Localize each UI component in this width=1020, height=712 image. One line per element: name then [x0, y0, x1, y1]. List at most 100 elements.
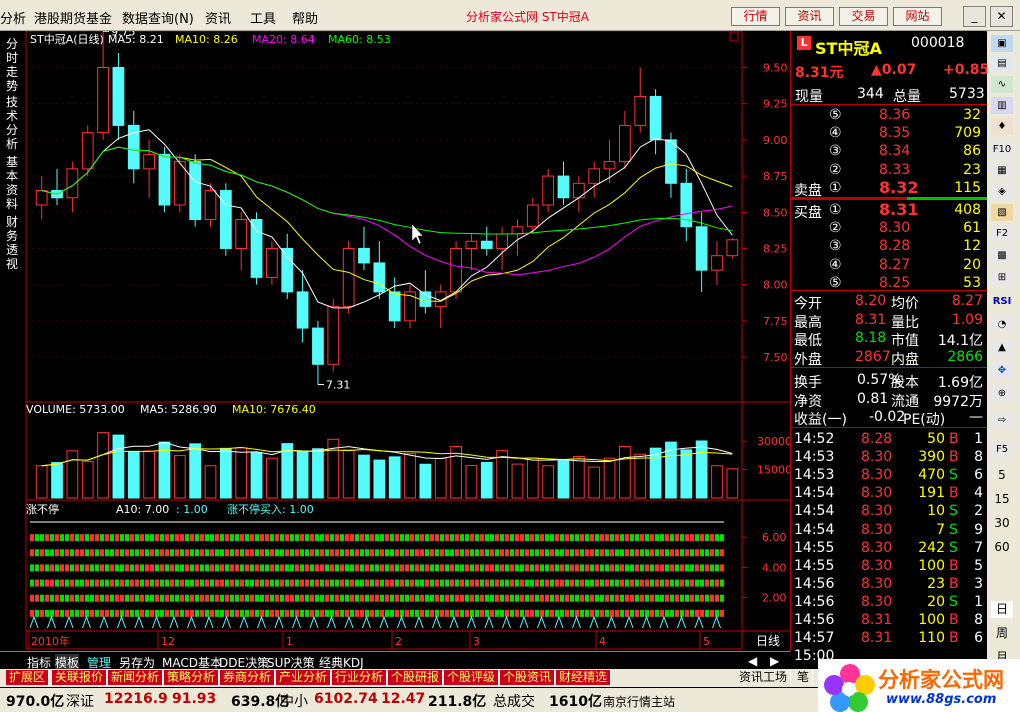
zoom-in-icon[interactable]: ⊕: [991, 385, 1013, 402]
tab-news-analysis[interactable]: 新闻分析: [108, 670, 164, 685]
candle-body: [404, 291, 416, 322]
trade-button[interactable]: 交易: [839, 7, 888, 26]
tick-volume: 20: [927, 593, 945, 610]
period-day[interactable]: 日: [991, 601, 1013, 618]
menu-data-query[interactable]: 数据查询(N): [122, 8, 194, 27]
stat-label: 量比: [891, 314, 919, 331]
tab-related[interactable]: 关联报价: [52, 670, 108, 685]
sell-row[interactable]: 卖盘 ① 8.32 115: [791, 178, 987, 199]
move-icon[interactable]: ✥: [991, 362, 1013, 379]
indicator-mark: [270, 579, 274, 587]
toolbar-icon-5[interactable]: ▦: [991, 162, 1013, 179]
menu-tools[interactable]: 工具: [250, 8, 276, 27]
period-5min[interactable]: 5: [991, 467, 1013, 484]
kline-chart[interactable]: ST中冠A(日线) MA5: 8.21 MA10: 8.26 MA20: 8.64 MA…: [0, 25, 792, 651]
indicator-mark: [385, 609, 389, 617]
indicator-mark: [575, 594, 579, 602]
menu-news[interactable]: 资讯: [205, 8, 231, 27]
indicator-mark: [145, 564, 149, 572]
level-num: ⑤: [829, 107, 842, 123]
period-week[interactable]: 周: [991, 625, 1013, 642]
toolbar-icon-12[interactable]: ▲: [991, 339, 1013, 356]
indicator-mark: [160, 579, 164, 587]
toolbar-icon-2[interactable]: ▤: [991, 55, 1013, 72]
indicator-mark: [610, 594, 614, 602]
indicator-mark: [605, 534, 609, 542]
tab-rating[interactable]: 个股评级: [444, 670, 500, 685]
period-60min[interactable]: 60: [991, 539, 1013, 556]
info-workshop[interactable]: 资讯工场: [736, 670, 792, 685]
tab-sector[interactable]: 行业分析: [332, 670, 388, 685]
menu-analysis[interactable]: 分析: [0, 8, 26, 27]
tab-finance-picks[interactable]: 财经精选: [556, 670, 612, 685]
toolbar-icon-1[interactable]: ▣: [991, 35, 1013, 52]
indicator-mark: [450, 549, 454, 557]
pen-button[interactable]: 笔: [794, 670, 814, 685]
toolbar-icon-8[interactable]: F2: [991, 225, 1013, 242]
tab-technical[interactable]: 技术分析: [4, 95, 20, 151]
buy-row[interactable]: 买盘 ① 8.31 408: [791, 200, 987, 221]
toolbar-icon-14[interactable]: F5: [991, 441, 1013, 458]
minimize-icon[interactable]: _: [963, 6, 986, 27]
indicator-mark: [210, 579, 214, 587]
website-button[interactable]: 网站: [893, 7, 942, 26]
buy-row[interactable]: ④ 8.27 20: [791, 257, 987, 275]
ma-header-name: ST中冠A(日线): [30, 32, 104, 46]
toolbar-icon-6[interactable]: ◈: [991, 183, 1013, 200]
tab-extension[interactable]: 扩展区: [6, 670, 50, 685]
buy-row[interactable]: ② 8.30 61: [791, 220, 987, 238]
indicator-mark: [645, 534, 649, 542]
indicator-mark: [125, 564, 129, 572]
chart-icon[interactable]: ∿: [991, 76, 1013, 93]
indicator-mark: [315, 594, 319, 602]
volume-bar: [465, 465, 478, 499]
toolbar-icon-4[interactable]: ♦: [991, 118, 1013, 135]
sell-row[interactable]: ③ 8.34 86: [791, 143, 987, 161]
tab-fundamental[interactable]: 基本资料: [4, 155, 20, 211]
close-icon[interactable]: ✕: [990, 6, 1013, 27]
toolbar-icon-9[interactable]: ▩: [991, 247, 1013, 264]
tab-research[interactable]: 个股研报: [388, 670, 444, 685]
indicator-mark: [125, 534, 129, 542]
tab-industry-chain[interactable]: 产业分析: [276, 670, 332, 685]
buy-price: 8.30: [879, 220, 911, 237]
tab-strategy[interactable]: 策略分析: [164, 670, 220, 685]
menu-help[interactable]: 帮助: [292, 8, 318, 27]
toolbar-icon-10[interactable]: ⊞: [991, 269, 1013, 286]
scroll-right-icon[interactable]: ▶: [770, 654, 779, 668]
toolbar-icon-11[interactable]: ◔: [991, 316, 1013, 333]
tab-broker[interactable]: 券商分析: [220, 670, 276, 685]
f10-icon[interactable]: F10: [991, 141, 1013, 158]
buy-row[interactable]: ③ 8.28 12: [791, 238, 987, 256]
sell-row[interactable]: ⑤ 8.36 32: [791, 107, 987, 125]
tick-side: B: [949, 485, 959, 502]
toolbar-icon-13[interactable]: ⇨: [991, 412, 1013, 429]
period-15min[interactable]: 15: [991, 491, 1013, 508]
sell-row[interactable]: ④ 8.35 709: [791, 125, 987, 143]
volume-bar: [97, 432, 109, 499]
indicator-mark: [295, 609, 299, 617]
indicator-mark: [705, 594, 709, 602]
indicator-mark: [210, 594, 214, 602]
indicator-mark: [525, 609, 529, 617]
toolbar-icon-3[interactable]: ▥: [991, 97, 1013, 114]
menu-hk-futures[interactable]: 港股期货基金: [34, 8, 112, 27]
tab-stock-news[interactable]: 个股资讯: [500, 670, 556, 685]
scroll-left-icon[interactable]: ◀: [748, 654, 757, 668]
tab-finance[interactable]: 财务透视: [4, 215, 20, 271]
menu-bar: 分析 港股期货基金 数据查询(N) 资讯 工具 帮助 分析家公式网 ST中冠A …: [0, 0, 1020, 31]
rsi-icon[interactable]: RSI: [991, 293, 1013, 310]
indicator-mark: [340, 579, 344, 587]
period-30min[interactable]: 30: [991, 515, 1013, 532]
indicator-mark: [270, 534, 274, 542]
tab-intraday[interactable]: 分时走势: [4, 37, 20, 93]
toolbar-icon-7[interactable]: ▧: [991, 204, 1013, 221]
tick-time: 14:57: [794, 630, 835, 647]
indicator-mark: [105, 609, 109, 617]
news-button[interactable]: 资讯: [785, 7, 834, 26]
indicator-mark: [440, 534, 444, 542]
indicator-mark: [80, 609, 84, 617]
stat-label: 净资: [794, 393, 822, 410]
buy-volume: 53: [963, 274, 981, 291]
quote-button[interactable]: 行情: [731, 7, 780, 26]
